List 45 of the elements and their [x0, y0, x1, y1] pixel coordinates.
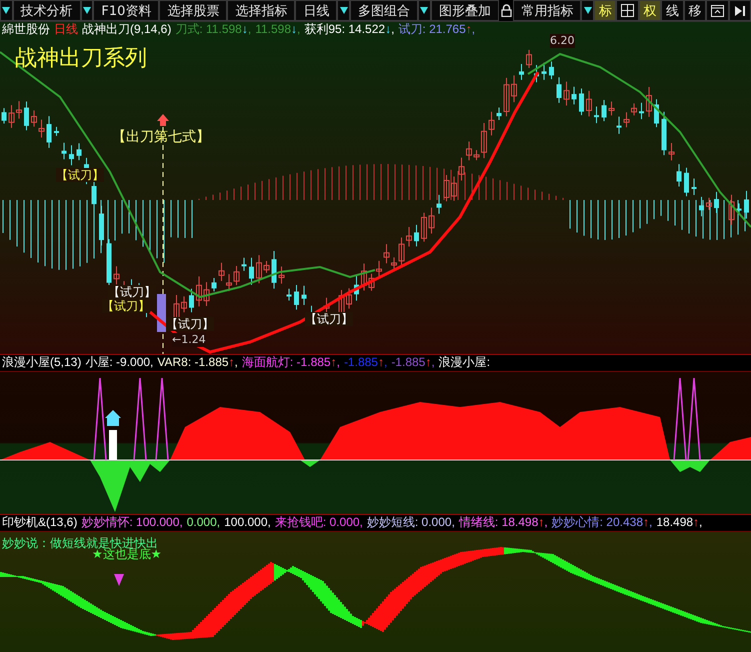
- toolbar-button[interactable]: 日线: [295, 0, 338, 21]
- toolbar-button[interactable]: 选择指标: [227, 0, 296, 21]
- signal-label: 【试刀】: [56, 168, 104, 182]
- legend-value: 试刀: 21.765↑,: [398, 22, 476, 37]
- signal-label: 【试刀】: [166, 317, 214, 331]
- legend-value: 0.000,: [186, 515, 220, 530]
- toolbar-button[interactable]: 多图组合: [350, 0, 418, 21]
- legend-value: 刀式: 11.598↓,: [175, 22, 252, 37]
- signal-label: 【试刀】: [108, 285, 156, 299]
- legend-value: 来抢钱吧: 0.000,: [274, 515, 363, 530]
- toolbar-tool-button[interactable]: 移: [684, 0, 706, 21]
- legend-value: 妙妙心情: 20.438↑,: [552, 515, 652, 530]
- signal-label: 【出刀第七式】: [112, 129, 210, 146]
- legend-value: 綿世股份: [2, 22, 50, 37]
- chart-title: 战神出刀系列: [15, 46, 147, 72]
- toolbar-button[interactable]: 选择股票: [159, 0, 228, 21]
- legend-value: 获利95: 14.522↓,: [304, 22, 394, 37]
- signal-label: 【试刀】: [305, 312, 353, 326]
- legend-value: 印钞机&(13,6): [2, 515, 78, 530]
- legend-value: 100.000,: [224, 515, 271, 530]
- legend-value: 情绪线: 18.498↑,: [458, 515, 548, 530]
- toolbar-tool-button[interactable]: 权: [638, 0, 662, 21]
- legend-value: 战神出刀(9,14,6): [82, 22, 172, 37]
- legend-value: 小屋: -9.000,: [85, 355, 154, 370]
- legend-value: 浪漫小屋:: [438, 355, 490, 370]
- toolbar-button[interactable]: 图形叠加: [430, 0, 499, 21]
- indicator-note: 妙妙说：做短线就是快进快出: [1, 536, 158, 550]
- legend-value: 妙妙短线: 0.000,: [366, 515, 455, 530]
- legend-value: 妙妙情怀: 100.000,: [81, 515, 183, 530]
- legend-value: 11.598↓,: [255, 22, 300, 37]
- legend-value: 18.498↑,: [656, 515, 702, 530]
- price-label: 6.20: [550, 34, 574, 48]
- legend-value: 浪漫小屋(5,13): [2, 355, 82, 370]
- legend-value: -1.885↑,: [391, 355, 435, 370]
- toolbar-button[interactable]: F10资料: [93, 0, 160, 21]
- legend-value: -1.885↑,: [344, 355, 388, 370]
- legend-value: 海面航灯: -1.885↑,: [242, 355, 340, 370]
- toolbar-button[interactable]: 常用指标: [513, 0, 582, 21]
- toolbar-tool-button[interactable]: 标: [594, 0, 616, 21]
- price-label: ←1.24: [172, 333, 206, 347]
- legend-value: VAR8: -1.885↑,: [157, 355, 238, 370]
- toolbar-button[interactable]: 技术分析: [12, 0, 81, 21]
- legend-value: 日线: [54, 22, 78, 37]
- signal-label: 【试刀】: [102, 299, 150, 313]
- toolbar-tool-button[interactable]: 线: [661, 0, 684, 21]
